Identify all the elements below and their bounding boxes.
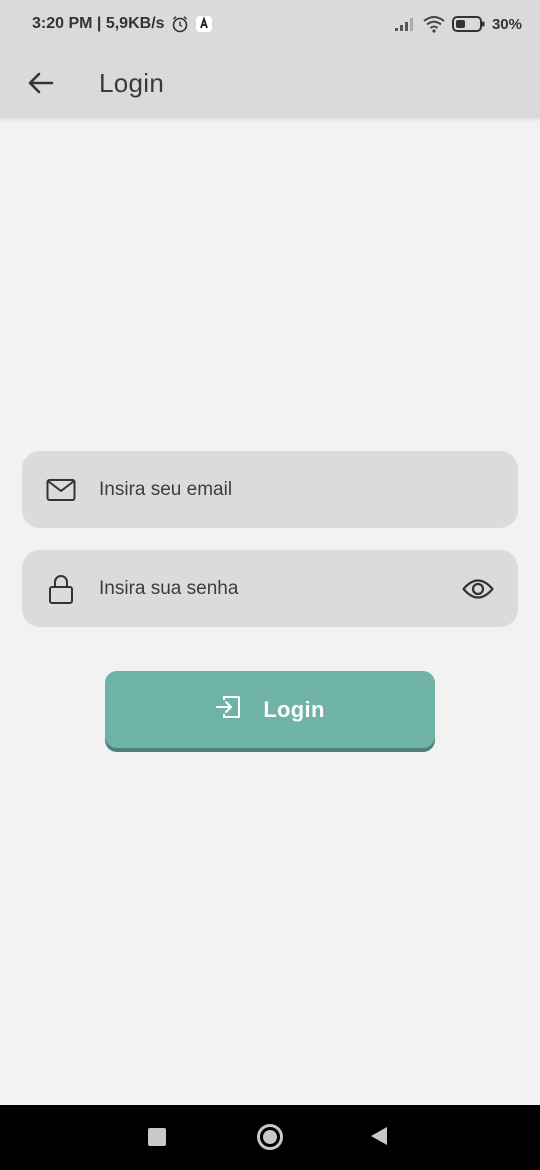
app-bar: Login: [0, 48, 540, 118]
notification-app-icon: [195, 15, 213, 33]
page-title: Login: [99, 67, 165, 98]
signal-icon: [394, 16, 416, 32]
mail-icon: [45, 474, 77, 506]
back-button[interactable]: [22, 64, 60, 102]
password-input[interactable]: [99, 550, 460, 627]
eye-icon: [462, 578, 494, 599]
battery-percent: 30%: [491, 15, 522, 33]
lock-icon: [45, 573, 77, 605]
login-button[interactable]: Login: [105, 671, 435, 748]
arrow-left-icon: [28, 72, 54, 94]
email-input[interactable]: [99, 451, 518, 528]
password-field[interactable]: [22, 550, 518, 627]
toggle-password-visibility-button[interactable]: [460, 571, 496, 607]
battery-icon: [451, 15, 486, 33]
status-bar: 3:20 PM | 5,9KB/s 30%: [0, 0, 540, 48]
recent-apps-icon[interactable]: [148, 1128, 166, 1146]
login-icon: [215, 695, 241, 724]
home-icon[interactable]: [257, 1124, 283, 1150]
login-screen: 3:20 PM | 5,9KB/s 30% Login Insira seu e…: [0, 0, 540, 1170]
system-nav-bar: [0, 1105, 540, 1170]
alarm-icon: [171, 15, 189, 33]
back-nav-icon[interactable]: [371, 1127, 387, 1145]
email-field[interactable]: [22, 451, 518, 528]
wifi-icon: [422, 15, 446, 33]
status-time-speed: 3:20 PM | 5,9KB/s: [32, 15, 165, 32]
login-button-label: Login: [263, 696, 325, 722]
status-right: 30%: [394, 15, 522, 33]
status-left: 3:20 PM | 5,9KB/s: [32, 15, 213, 33]
